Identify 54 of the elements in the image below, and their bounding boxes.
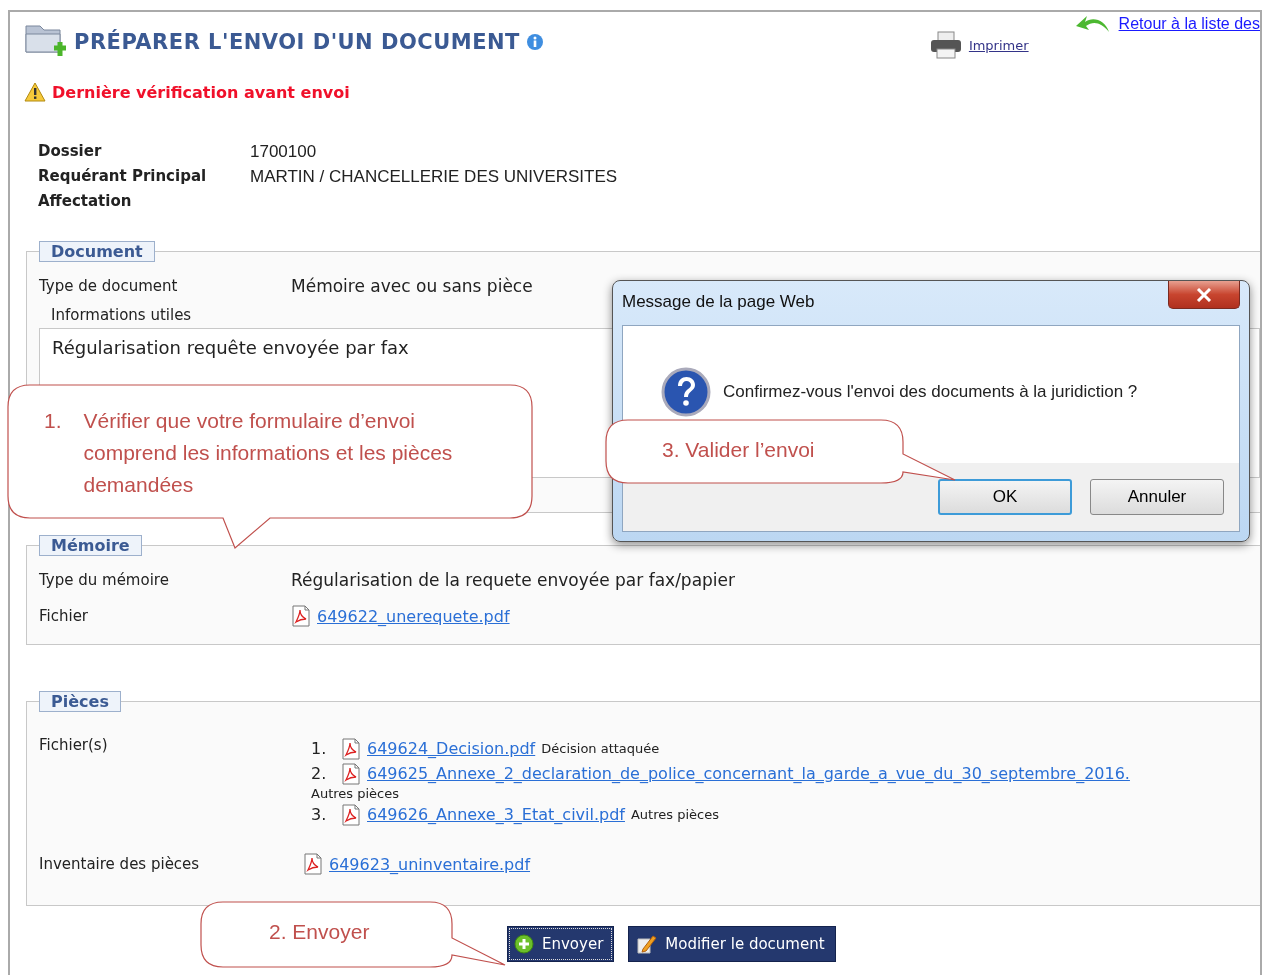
field-label: Requérant Principal	[38, 166, 208, 187]
callout-text: Vérifier que votre formulaire d’envoi comprend les informations et les pièces demandées	[83, 408, 454, 498]
file-link[interactable]: 649625_Annexe_2_declaration_de_police_concernant_la_garde_a_vue_du_30_septembre_2016.	[367, 761, 1130, 786]
info-icon[interactable]	[525, 33, 544, 51]
file-link[interactable]: 649623_uninventaire.pdf	[329, 854, 531, 874]
list-number: 2.	[311, 763, 328, 785]
printer-icon[interactable]	[928, 30, 963, 60]
section-legend: Pièces	[39, 691, 121, 712]
dialog-title: Message de la page Web	[622, 292, 815, 312]
callout-text: 3. Valider l’envoi	[662, 437, 815, 463]
field-value: Mémoire avec ou sans pièce	[291, 276, 533, 296]
field-value: Régularisation de la requete envoyée par fax/papier	[291, 570, 736, 590]
step-number: 1.	[44, 408, 62, 434]
field-value: 1700100	[250, 141, 318, 163]
field-label: Dossier	[38, 141, 103, 162]
field-label: Fichier	[39, 607, 90, 625]
pdf-file-icon	[303, 853, 323, 875]
close-icon	[1196, 287, 1212, 302]
file-link[interactable]: 649626_Annexe_3_Etat_civil.pdf	[367, 802, 625, 827]
pdf-file-icon	[341, 762, 361, 785]
question-icon	[661, 367, 711, 417]
field-label: Type du mémoire	[39, 571, 170, 589]
pdf-file-icon	[341, 737, 361, 760]
field-label: Informations utiles	[51, 306, 193, 324]
ok-button[interactable]: OK	[938, 479, 1072, 515]
plus-circle-icon	[514, 934, 534, 954]
file-description: Autres pièces	[311, 786, 400, 802]
field-label: Inventaire des pièces	[39, 855, 201, 873]
callout-text: 2. Envoyer	[269, 919, 370, 945]
field-value: MARTIN / CHANCELLERIE DES UNIVERSITES	[250, 166, 619, 188]
file-link[interactable]: 649622_unerequete.pdf	[317, 606, 510, 626]
file-description: Autres pièces	[630, 806, 719, 824]
print-link[interactable]: Imprimer	[968, 37, 1029, 53]
warning-icon	[24, 82, 46, 102]
section-legend: Document	[39, 241, 155, 262]
file-link[interactable]: 649624_Decision.pdf	[367, 736, 536, 761]
section-legend: Mémoire	[39, 535, 142, 556]
warning-message: Dernière vérification avant envoi	[52, 82, 350, 102]
list-number: 1.	[311, 738, 328, 760]
field-label: Fichier(s)	[39, 736, 109, 756]
dialog-message: Confirmez-vous l'envoi des documents à la juridiction ?	[723, 382, 1138, 402]
cancel-button[interactable]: Annuler	[1090, 479, 1224, 515]
field-label: Affectation	[38, 191, 133, 212]
close-button[interactable]	[1168, 281, 1240, 309]
pdf-file-icon	[341, 803, 361, 826]
list-number: 3.	[311, 804, 328, 826]
field-label: Type de document	[39, 277, 179, 295]
pdf-file-icon	[291, 605, 311, 627]
pencil-document-icon	[635, 933, 658, 955]
file-description: Décision attaquée	[541, 740, 660, 758]
page-title: PRÉPARER L'ENVOI D'UN DOCUMENT	[74, 30, 520, 54]
edit-button[interactable]: Modifier le document	[628, 926, 836, 962]
back-link[interactable]: Retour à la liste des	[1118, 15, 1260, 33]
send-button[interactable]: Envoyer	[507, 926, 615, 962]
